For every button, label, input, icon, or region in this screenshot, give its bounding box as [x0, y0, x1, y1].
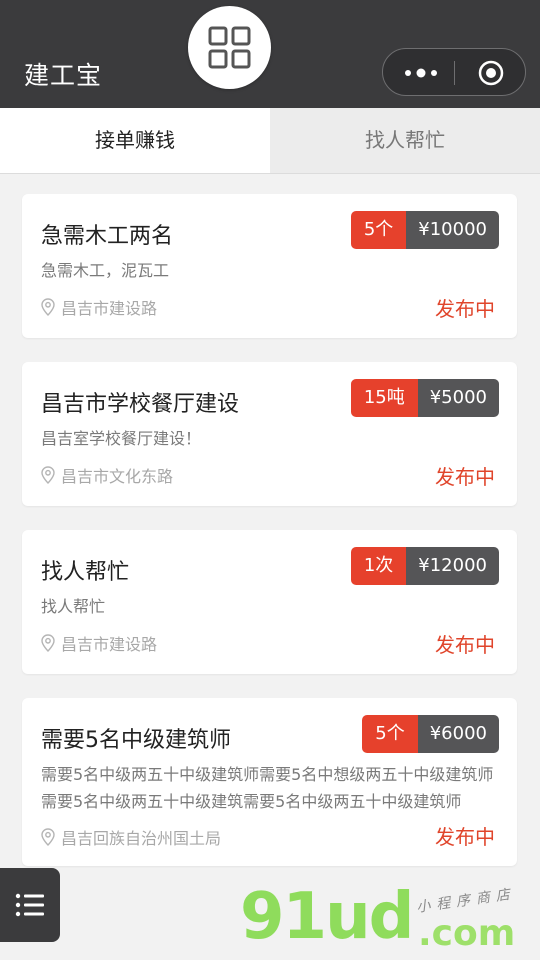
close-target-icon[interactable]	[477, 59, 505, 87]
grid-icon	[208, 26, 251, 69]
status-label: 发布中	[435, 297, 495, 321]
watermark: 91ud .com 小程序商店	[240, 880, 530, 960]
quantity-badge: 5个	[350, 211, 407, 249]
watermark-brand: 91ud	[240, 880, 414, 954]
location-text: 昌吉市文化东路	[61, 467, 174, 486]
status-label: 发布中	[435, 465, 495, 489]
price-badge: ¥12000	[406, 547, 499, 585]
location-text: 昌吉市建设路	[61, 299, 158, 318]
tab-bar: 接单赚钱 找人帮忙	[0, 108, 540, 174]
location-pin-icon	[41, 634, 55, 652]
card-title: 找人帮忙	[41, 560, 130, 585]
price-badge: ¥6000	[417, 715, 499, 753]
quantity-badge: 15吨	[350, 379, 418, 417]
card-title: 急需木工两名	[41, 224, 174, 249]
status-label: 发布中	[435, 825, 495, 849]
price-badge: ¥5000	[417, 379, 499, 417]
quantity-price-badge: 5个 ¥6000	[362, 715, 499, 753]
watermark-suffix: .com	[418, 913, 516, 954]
tab-take-orders[interactable]: 接单赚钱	[0, 108, 270, 173]
job-card[interactable]: 需要5名中级建筑师 5个 ¥6000 需要5名中级两五十中级建筑师需要5名中想级…	[22, 698, 517, 866]
card-location: 昌吉市文化东路	[41, 463, 173, 487]
card-description: 急需木工，泥瓦工	[41, 261, 170, 280]
card-description: 需要5名中级两五十中级建筑师需要5名中想级两五十中级建筑师需要5名中级两五十中级…	[41, 765, 494, 811]
job-card[interactable]: 急需木工两名 5个 ¥10000 急需木工，泥瓦工 昌吉市建设路 发布中	[22, 194, 517, 338]
card-location: 昌吉市建设路	[41, 295, 157, 319]
menu-button[interactable]	[0, 868, 60, 942]
card-title: 昌吉市学校餐厅建设	[41, 392, 240, 417]
location-pin-icon	[41, 298, 55, 316]
location-pin-icon	[41, 466, 55, 484]
price-badge: ¥10000	[406, 211, 499, 249]
app-title: 建工宝	[24, 61, 103, 90]
card-location: 昌吉回族自治州国土局	[41, 825, 221, 849]
job-card[interactable]: 昌吉市学校餐厅建设 15吨 ¥5000 昌吉室学校餐厅建设！ 昌吉市文化东路 发…	[22, 362, 517, 506]
quantity-price-badge: 15吨 ¥5000	[350, 379, 499, 417]
mini-program-capsule	[382, 48, 526, 96]
tab-find-help[interactable]: 找人帮忙	[270, 108, 540, 173]
more-dots-icon[interactable]	[401, 63, 441, 83]
card-description: 昌吉室学校餐厅建设！	[41, 429, 202, 448]
quantity-badge: 1次	[350, 547, 407, 585]
list-menu-icon	[15, 893, 44, 917]
quantity-badge: 5个	[362, 715, 418, 753]
card-description: 找人帮忙	[41, 597, 106, 616]
card-title: 需要5名中级建筑师	[41, 728, 231, 753]
home-button[interactable]	[188, 6, 271, 89]
location-text: 昌吉回族自治州国土局	[61, 829, 222, 848]
location-pin-icon	[41, 828, 55, 846]
quantity-price-badge: 5个 ¥10000	[350, 211, 499, 249]
card-location: 昌吉市建设路	[41, 631, 157, 655]
location-text: 昌吉市建设路	[61, 635, 158, 654]
job-card[interactable]: 找人帮忙 1次 ¥12000 找人帮忙 昌吉市建设路 发布中	[22, 530, 517, 674]
quantity-price-badge: 1次 ¥12000	[350, 547, 499, 585]
status-label: 发布中	[435, 633, 495, 657]
capsule-divider	[454, 61, 455, 85]
